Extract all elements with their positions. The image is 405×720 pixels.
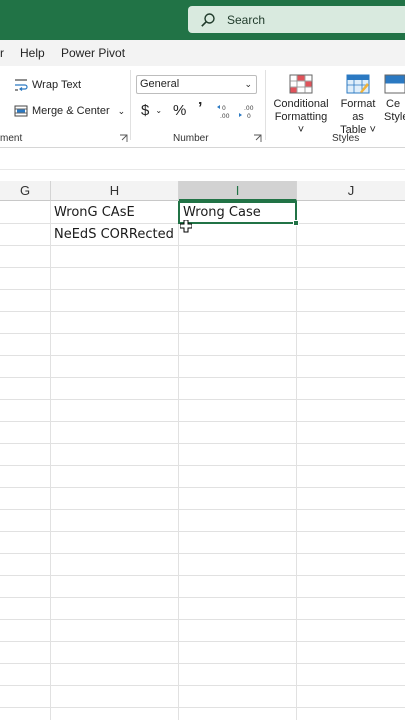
svg-text:.00: .00 xyxy=(220,113,230,119)
currency-button[interactable]: $ ⌄ xyxy=(141,102,162,119)
wrap-text-icon xyxy=(14,78,28,92)
row-divider xyxy=(0,421,405,422)
row-divider xyxy=(0,377,405,378)
dialog-launcher-icon[interactable] xyxy=(253,134,262,143)
search-box[interactable]: Search xyxy=(188,6,405,33)
conditional-formatting-label-2: Formatting ˅ xyxy=(274,111,328,136)
group-separator xyxy=(130,70,131,140)
row-divider xyxy=(0,597,405,598)
cell-h1[interactable]: WronG CAsE xyxy=(51,202,135,224)
cell-styles-icon xyxy=(384,74,405,94)
search-icon xyxy=(200,12,216,28)
formula-bar[interactable] xyxy=(0,152,405,170)
conditional-formatting-icon xyxy=(289,74,313,94)
format-as-table-icon xyxy=(346,74,370,94)
row-divider xyxy=(0,641,405,642)
cell-h2[interactable]: NeEdS CORRected xyxy=(51,224,174,246)
format-as-table-button[interactable]: Format as Table ˅ xyxy=(334,74,382,137)
svg-text:0: 0 xyxy=(247,113,251,119)
increase-decimal-icon: 0.00 xyxy=(216,103,234,119)
row-divider xyxy=(0,267,405,268)
increase-decimal-button[interactable]: 0.00 xyxy=(216,103,234,119)
number-format-select[interactable]: General ⌄ xyxy=(136,75,257,94)
row-divider xyxy=(0,531,405,532)
selected-cell-outline xyxy=(178,201,299,226)
chevron-down-icon[interactable]: ⌄ xyxy=(118,106,126,117)
column-header-h[interactable]: H xyxy=(51,181,179,201)
wrap-text-label: Wrap Text xyxy=(32,79,82,91)
ribbon: Wrap Text Merge & Center ⌄ ment General … xyxy=(0,66,405,148)
search-placeholder: Search xyxy=(227,12,266,27)
percent-icon: % xyxy=(173,102,187,119)
merge-center-button[interactable]: Merge & Center ⌄ xyxy=(14,104,125,118)
row-divider xyxy=(0,465,405,466)
chevron-down-icon[interactable]: ⌄ xyxy=(155,106,162,115)
title-bar: Search xyxy=(0,0,405,40)
dialog-launcher-icon[interactable] xyxy=(119,134,128,143)
row-divider xyxy=(0,707,405,708)
alignment-group-label: ment xyxy=(0,133,23,144)
column-divider xyxy=(296,201,297,720)
tab-review-partial[interactable]: r xyxy=(0,46,4,60)
row-divider xyxy=(0,355,405,356)
group-separator xyxy=(265,70,266,140)
percent-button[interactable]: % xyxy=(173,102,186,119)
column-header-j[interactable]: J xyxy=(297,181,405,201)
worksheet-grid[interactable]: WronG CAsE NeEdS CORRected Wrong Case xyxy=(0,201,405,720)
ribbon-tabs: r Help Power Pivot xyxy=(0,40,405,66)
row-divider xyxy=(0,487,405,488)
tab-help[interactable]: Help xyxy=(20,46,45,60)
row-divider xyxy=(0,685,405,686)
row-divider xyxy=(0,289,405,290)
column-divider xyxy=(50,201,51,720)
format-as-table-label-1: Format as xyxy=(340,98,376,123)
cell-styles-button[interactable]: Ce Style xyxy=(384,74,405,124)
row-divider xyxy=(0,575,405,576)
chevron-down-icon: ⌄ xyxy=(244,79,252,89)
row-divider xyxy=(0,443,405,444)
currency-icon: $ xyxy=(141,102,150,119)
fill-handle[interactable] xyxy=(293,220,299,226)
svg-text:.00: .00 xyxy=(244,105,254,112)
merge-center-label: Merge & Center xyxy=(32,105,110,117)
column-header-g[interactable]: G xyxy=(0,181,51,201)
row-divider xyxy=(0,663,405,664)
row-divider xyxy=(0,509,405,510)
row-divider xyxy=(0,399,405,400)
merge-center-icon xyxy=(14,104,28,118)
decrease-decimal-icon: .00 0 xyxy=(238,103,256,119)
column-header-i[interactable]: I xyxy=(179,181,297,201)
svg-text:0: 0 xyxy=(222,105,226,112)
comma-style-button[interactable]: ’ xyxy=(198,100,202,118)
row-divider xyxy=(0,311,405,312)
number-group-label: Number xyxy=(173,133,209,144)
styles-group-label: Styles xyxy=(332,133,360,144)
cell-styles-label-2: Style xyxy=(384,111,405,123)
column-divider xyxy=(178,201,179,720)
wrap-text-button[interactable]: Wrap Text xyxy=(14,78,81,92)
conditional-formatting-button[interactable]: Conditional Formatting ˅ xyxy=(270,74,332,137)
formula-bar-area xyxy=(0,149,405,181)
row-divider xyxy=(0,553,405,554)
number-format-value: General xyxy=(140,78,180,90)
row-divider xyxy=(0,333,405,334)
tab-power-pivot[interactable]: Power Pivot xyxy=(61,46,125,60)
cell-select-cursor-icon xyxy=(179,219,193,234)
row-divider xyxy=(0,619,405,620)
decrease-decimal-button[interactable]: .00 0 xyxy=(238,103,256,119)
cell-styles-label-1: Ce xyxy=(386,98,401,110)
row-divider xyxy=(0,245,405,246)
conditional-formatting-label-1: Conditional xyxy=(273,98,329,110)
comma-icon: ’ xyxy=(198,100,203,117)
